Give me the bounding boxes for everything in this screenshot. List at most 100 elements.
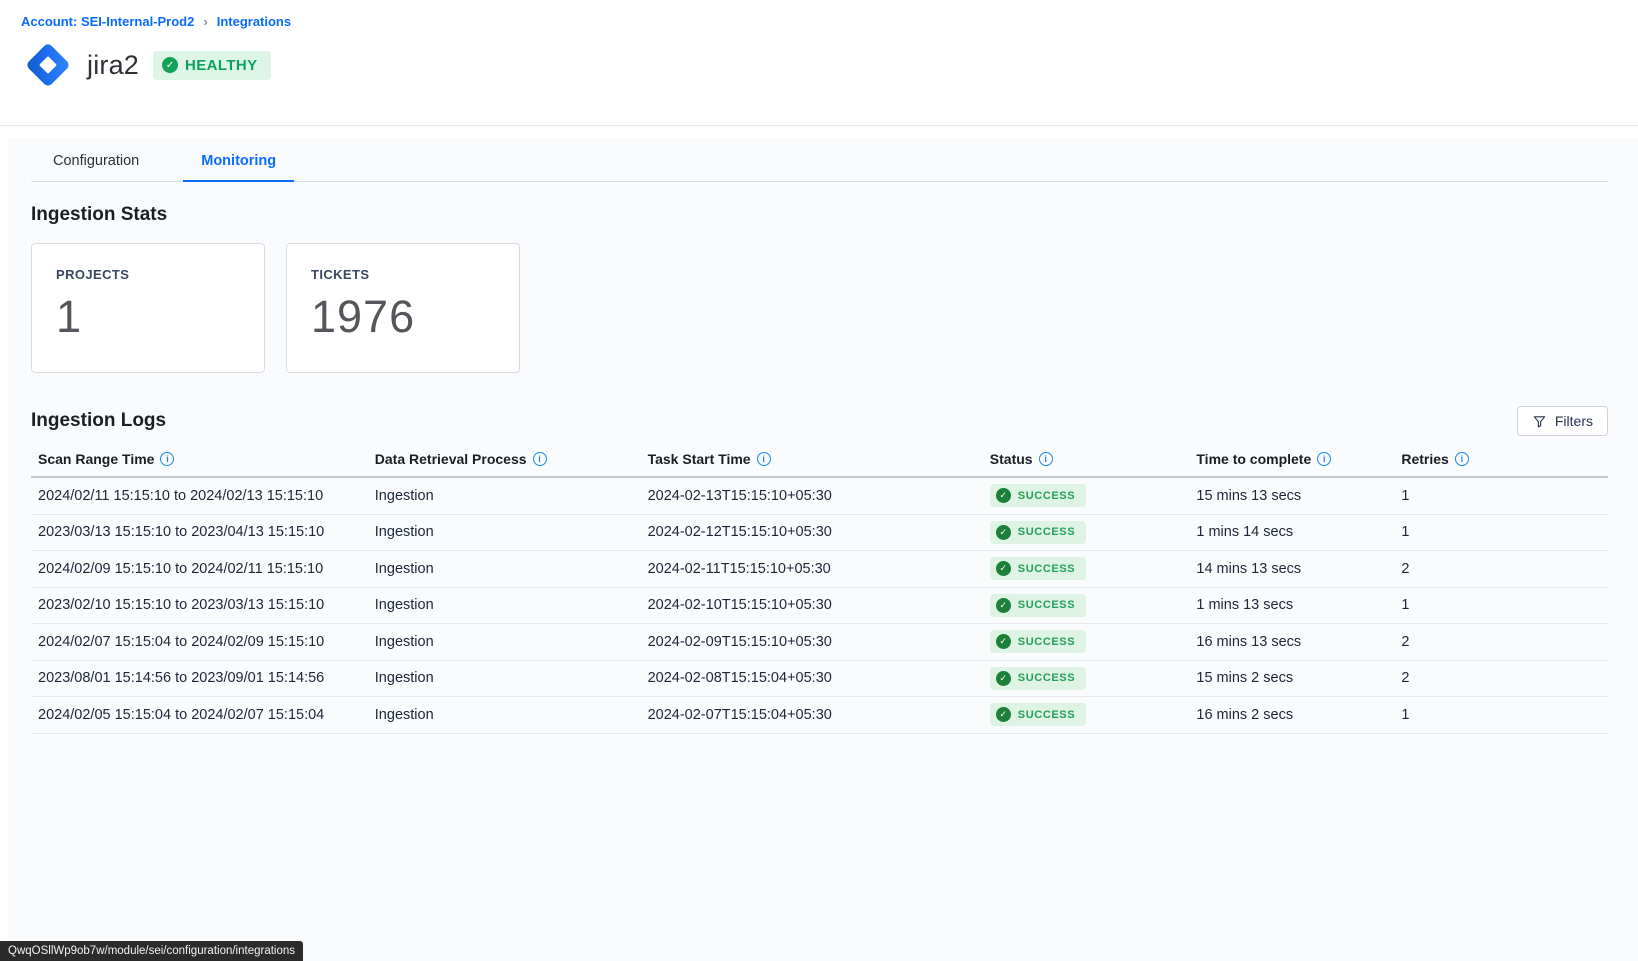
table-row: 2024/02/11 15:15:10 to 2024/02/13 15:15:… bbox=[31, 478, 1608, 515]
status-badge: ✓ SUCCESS bbox=[990, 630, 1086, 653]
breadcrumb-separator-icon: › bbox=[203, 14, 207, 29]
stat-cards-row: PROJECTS 1 TICKETS 1976 bbox=[31, 243, 1608, 373]
cell-time-to-complete: 14 mins 13 secs bbox=[1196, 561, 1401, 577]
column-header-task-start-time: Task Start Time i bbox=[648, 451, 990, 467]
ingestion-logs-table: Scan Range Time i Data Retrieval Process… bbox=[31, 451, 1608, 734]
status-badge: ✓ SUCCESS bbox=[990, 521, 1086, 544]
column-header-status: Status i bbox=[990, 451, 1197, 467]
cell-task-start: 2024-02-13T15:15:10+05:30 bbox=[648, 488, 990, 504]
health-status-label: HEALTHY bbox=[185, 57, 258, 74]
table-row: 2024/02/05 15:15:04 to 2024/02/07 15:15:… bbox=[31, 697, 1608, 734]
status-label: SUCCESS bbox=[1018, 672, 1075, 684]
stat-value-projects: 1 bbox=[56, 291, 240, 343]
cell-status: ✓ SUCCESS bbox=[990, 484, 1197, 507]
stat-value-tickets: 1976 bbox=[311, 291, 495, 343]
info-icon[interactable]: i bbox=[1039, 452, 1053, 466]
status-label: SUCCESS bbox=[1018, 599, 1075, 611]
cell-scan-range: 2024/02/05 15:15:04 to 2024/02/07 15:15:… bbox=[31, 707, 375, 723]
column-label: Time to complete bbox=[1196, 451, 1311, 467]
cell-task-start: 2024-02-11T15:15:10+05:30 bbox=[648, 561, 990, 577]
stat-label-tickets: TICKETS bbox=[311, 267, 495, 282]
cell-time-to-complete: 15 mins 2 secs bbox=[1196, 670, 1401, 686]
cell-task-start: 2024-02-12T15:15:10+05:30 bbox=[648, 524, 990, 540]
info-icon[interactable]: i bbox=[1455, 452, 1469, 466]
cell-retries: 1 bbox=[1401, 707, 1608, 723]
stat-label-projects: PROJECTS bbox=[56, 267, 240, 282]
status-label: SUCCESS bbox=[1018, 709, 1075, 721]
table-row: 2024/02/07 15:15:04 to 2024/02/09 15:15:… bbox=[31, 624, 1608, 661]
status-badge: ✓ SUCCESS bbox=[990, 667, 1086, 690]
filters-button-label: Filters bbox=[1555, 413, 1593, 429]
filter-funnel-icon bbox=[1532, 414, 1547, 429]
cell-process: Ingestion bbox=[375, 561, 648, 577]
status-label: SUCCESS bbox=[1018, 526, 1075, 538]
status-badge: ✓ SUCCESS bbox=[990, 557, 1086, 580]
cell-retries: 2 bbox=[1401, 670, 1608, 686]
info-icon[interactable]: i bbox=[1317, 452, 1331, 466]
cell-process: Ingestion bbox=[375, 634, 648, 650]
breadcrumb-account-link[interactable]: Account: SEI-Internal-Prod2 bbox=[21, 14, 194, 29]
info-icon[interactable]: i bbox=[757, 452, 771, 466]
page-title: jira2 bbox=[87, 50, 139, 81]
success-check-icon: ✓ bbox=[996, 671, 1011, 686]
info-icon[interactable]: i bbox=[533, 452, 547, 466]
cell-time-to-complete: 1 mins 14 secs bbox=[1196, 524, 1401, 540]
cell-time-to-complete: 16 mins 13 secs bbox=[1196, 634, 1401, 650]
success-check-icon: ✓ bbox=[996, 598, 1011, 613]
content-panel: Configuration Monitoring Ingestion Stats… bbox=[8, 138, 1638, 961]
stat-card-projects: PROJECTS 1 bbox=[31, 243, 265, 373]
tab-configuration[interactable]: Configuration bbox=[35, 138, 157, 182]
cell-scan-range: 2024/02/09 15:15:10 to 2024/02/11 15:15:… bbox=[31, 561, 375, 577]
cell-task-start: 2024-02-07T15:15:04+05:30 bbox=[648, 707, 990, 723]
ingestion-logs-heading: Ingestion Logs bbox=[31, 410, 166, 432]
cell-retries: 1 bbox=[1401, 488, 1608, 504]
cell-process: Ingestion bbox=[375, 524, 648, 540]
cell-retries: 2 bbox=[1401, 634, 1608, 650]
cell-process: Ingestion bbox=[375, 488, 648, 504]
cell-scan-range: 2024/02/07 15:15:04 to 2024/02/09 15:15:… bbox=[31, 634, 375, 650]
health-status-badge: ✓ HEALTHY bbox=[153, 51, 271, 80]
tab-monitoring[interactable]: Monitoring bbox=[183, 138, 294, 182]
browser-link-preview: QwqOSllWp9ob7w/module/sei/configuration/… bbox=[0, 941, 303, 961]
cell-task-start: 2024-02-09T15:15:10+05:30 bbox=[648, 634, 990, 650]
column-label: Data Retrieval Process bbox=[375, 451, 527, 467]
cell-time-to-complete: 1 mins 13 secs bbox=[1196, 597, 1401, 613]
cell-status: ✓ SUCCESS bbox=[990, 667, 1197, 690]
success-check-icon: ✓ bbox=[996, 561, 1011, 576]
cell-status: ✓ SUCCESS bbox=[990, 557, 1197, 580]
breadcrumb-integrations-link[interactable]: Integrations bbox=[217, 14, 291, 29]
health-check-icon: ✓ bbox=[162, 57, 178, 73]
cell-scan-range: 2023/08/01 15:14:56 to 2023/09/01 15:14:… bbox=[31, 670, 375, 686]
cell-process: Ingestion bbox=[375, 597, 648, 613]
cell-scan-range: 2024/02/11 15:15:10 to 2024/02/13 15:15:… bbox=[31, 488, 375, 504]
status-badge: ✓ SUCCESS bbox=[990, 484, 1086, 507]
cell-retries: 1 bbox=[1401, 524, 1608, 540]
column-header-time-to-complete: Time to complete i bbox=[1196, 451, 1401, 467]
status-badge: ✓ SUCCESS bbox=[990, 703, 1086, 726]
info-icon[interactable]: i bbox=[160, 452, 174, 466]
column-label: Status bbox=[990, 451, 1033, 467]
cell-status: ✓ SUCCESS bbox=[990, 521, 1197, 544]
success-check-icon: ✓ bbox=[996, 488, 1011, 503]
cell-task-start: 2024-02-10T15:15:10+05:30 bbox=[648, 597, 990, 613]
breadcrumb: Account: SEI-Internal-Prod2 › Integratio… bbox=[21, 14, 1617, 29]
table-row: 2023/02/10 15:15:10 to 2023/03/13 15:15:… bbox=[31, 588, 1608, 625]
filters-button[interactable]: Filters bbox=[1517, 406, 1608, 436]
jira-logo-icon bbox=[21, 38, 75, 92]
column-label: Scan Range Time bbox=[38, 451, 154, 467]
status-badge: ✓ SUCCESS bbox=[990, 594, 1086, 617]
status-label: SUCCESS bbox=[1018, 636, 1075, 648]
cell-process: Ingestion bbox=[375, 670, 648, 686]
ingestion-logs-header: Ingestion Logs Filters bbox=[31, 406, 1608, 436]
ingestion-stats-heading: Ingestion Stats bbox=[31, 204, 1608, 226]
cell-time-to-complete: 16 mins 2 secs bbox=[1196, 707, 1401, 723]
tab-bar: Configuration Monitoring bbox=[31, 138, 1608, 182]
table-row: 2023/08/01 15:14:56 to 2023/09/01 15:14:… bbox=[31, 661, 1608, 698]
cell-status: ✓ SUCCESS bbox=[990, 594, 1197, 617]
column-header-retries: Retries i bbox=[1401, 451, 1608, 467]
column-label: Task Start Time bbox=[648, 451, 751, 467]
success-check-icon: ✓ bbox=[996, 634, 1011, 649]
integration-title-row: jira2 ✓ HEALTHY bbox=[21, 38, 1617, 92]
cell-time-to-complete: 15 mins 13 secs bbox=[1196, 488, 1401, 504]
status-label: SUCCESS bbox=[1018, 563, 1075, 575]
